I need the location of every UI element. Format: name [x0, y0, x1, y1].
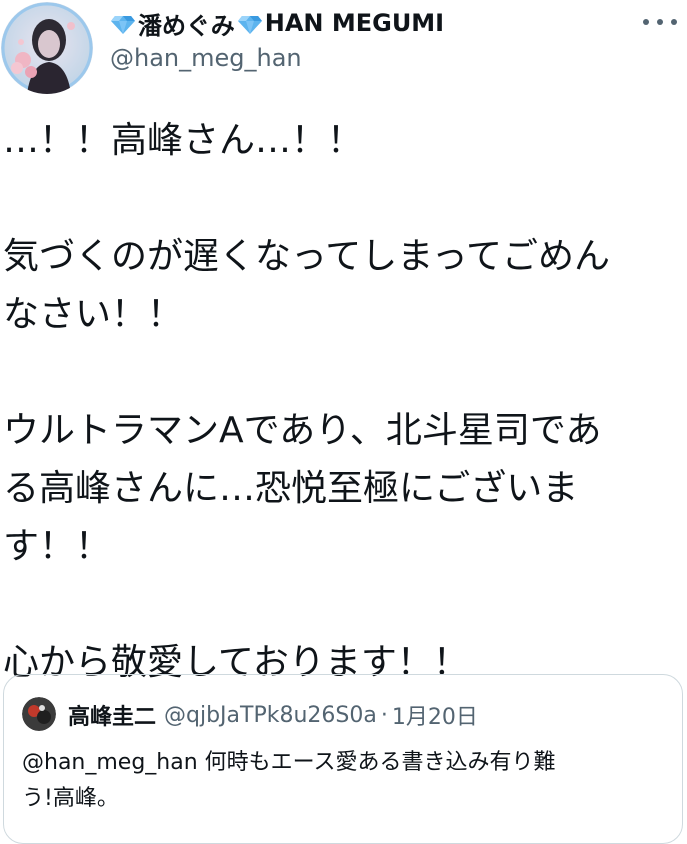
author-display-name[interactable]: 潘めぐみ HAN MEGUMI	[110, 6, 444, 40]
tweet-line: …！！高峰さん…！！	[3, 120, 364, 161]
quoted-tweet-card[interactable]: 高峰圭二 @qjbJaTPk8u26S0a · 1月20日 @han_meg_h…	[3, 674, 683, 844]
quoted-author-avatar[interactable]	[22, 697, 56, 731]
tweet-line: る高峰さんに…恐悦至極にございま	[3, 468, 579, 509]
diamond-emoji-icon	[237, 16, 262, 34]
tweet-line-break	[3, 170, 678, 228]
quoted-tweet-date[interactable]: 1月20日	[392, 699, 478, 731]
tweet-line: 気づくのが遅くなってしまってごめん	[3, 236, 610, 277]
tweet-line: なさい！！	[3, 294, 184, 335]
quoted-author-handle[interactable]: @qjbJaTPk8u26S0a	[164, 703, 377, 728]
diamond-emoji-icon	[111, 16, 135, 34]
quoted-author-name[interactable]: 高峰圭二	[68, 699, 156, 731]
display-name-part1: 潘めぐみ	[138, 11, 235, 40]
tweet-line-break	[3, 576, 678, 634]
author-avatar[interactable]	[1, 2, 93, 94]
quoted-text-line: う!高峰。	[22, 786, 119, 811]
tweet-line: ウルトラマンAであり、北斗星司であ	[3, 410, 602, 451]
header-separator: ·	[380, 702, 388, 728]
more-horizontal-icon[interactable]	[643, 12, 677, 32]
display-name-part2: HAN MEGUMI	[264, 9, 445, 37]
tweet-line: す！！	[3, 526, 112, 567]
tweet-header: 潘めぐみ HAN MEGUMI @han_meg_han	[0, 0, 687, 100]
quoted-tweet-header: 高峰圭二 @qjbJaTPk8u26S0a · 1月20日	[68, 699, 478, 731]
quoted-text-line: @han_meg_han 何時もエース愛ある書き込み有り難	[22, 750, 556, 775]
quoted-tweet-text: @han_meg_han 何時もエース愛ある書き込み有り難 う!高峰。	[22, 745, 672, 817]
tweet-text: …！！高峰さん…！！ 気づくのが遅くなってしまってごめん なさい！！ ウルトラマ…	[3, 112, 678, 692]
author-handle[interactable]: @han_meg_han	[110, 44, 302, 72]
tweet-line-break	[3, 344, 678, 402]
